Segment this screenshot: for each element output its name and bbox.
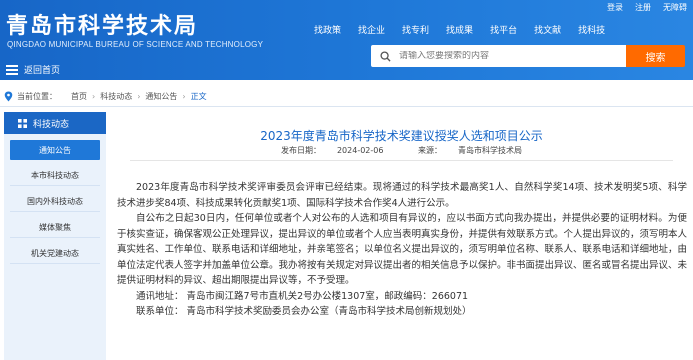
source-label: 来源： bbox=[418, 146, 443, 155]
back-home-label: 返回首页 bbox=[24, 66, 61, 76]
quick-nav: 找政策 找企业 找专利 找成果 找平台 找文献 找科技 bbox=[314, 23, 622, 36]
article-source: 来源： 青岛市科学技术局 bbox=[410, 146, 530, 155]
sidebar-item-media[interactable]: 媒体聚焦 bbox=[10, 218, 100, 238]
address-line: 通讯地址： 青岛市闽江路7号市直机关2号办公楼1307室，邮政编码：266071 bbox=[136, 290, 469, 302]
menu-icon bbox=[6, 65, 18, 75]
accessibility-link[interactable]: 无障碍 bbox=[663, 2, 687, 13]
nav-find-patent[interactable]: 找专利 bbox=[402, 23, 429, 36]
article-meta: 发布日期： 2024-02-06 来源： 青岛市科学技术局 bbox=[130, 145, 673, 156]
grid-icon bbox=[18, 118, 27, 128]
login-link[interactable]: 登录 bbox=[607, 2, 623, 13]
sidebar-item-notices[interactable]: 通知公告 bbox=[10, 140, 100, 160]
breadcrumb-separator: › bbox=[92, 91, 96, 101]
article-paragraph: 自公布之日起30日内，任何单位或者个人对公布的人选和项目有异议的，应以书面方式向… bbox=[117, 213, 688, 286]
nav-find-enterprise[interactable]: 找企业 bbox=[358, 23, 385, 36]
sidebar-item-party-news[interactable]: 机关党建动态 bbox=[10, 244, 100, 264]
breadcrumb-divider bbox=[0, 106, 693, 107]
site-subtitle: QINGDAO MUNICIPAL BUREAU OF SCIENCE AND … bbox=[7, 40, 264, 49]
breadcrumb-label: 当前位置： bbox=[17, 91, 57, 101]
breadcrumb-current: 正文 bbox=[190, 91, 207, 101]
breadcrumb-tech-news[interactable]: 科技动态 bbox=[100, 91, 132, 102]
top-links: 登录 注册 无障碍 bbox=[595, 2, 687, 13]
nav-find-platform[interactable]: 找平台 bbox=[490, 23, 517, 36]
site-header: 青岛市科学技术局 QINGDAO MUNICIPAL BUREAU OF SCI… bbox=[0, 0, 693, 80]
sidebar-header: 科技动态 bbox=[4, 112, 106, 134]
breadcrumb: 当前位置： 首页 › 科技动态 › 通知公告 › 正文 bbox=[0, 88, 693, 104]
search-icon bbox=[380, 50, 391, 62]
contact-line: 联系单位： 青岛市科学技术奖励委员会办公室（青岛市科学技术局创新规划处） bbox=[136, 306, 472, 317]
breadcrumb-separator: › bbox=[182, 91, 186, 101]
article-paragraph: 2023年度青岛市科学技术奖评审委员会评审已经结束。现将通过的科学技术最高奖1人… bbox=[117, 182, 687, 209]
article-title: 2023年度青岛市科学技术奖建议授奖人选和项目公示 bbox=[260, 129, 543, 143]
publish-date: 发布日期： 2024-02-06 bbox=[273, 146, 394, 155]
site-title: 青岛市科学技术局 bbox=[6, 14, 199, 39]
sidebar: 科技动态 通知公告 本市科技动态 国内外科技动态 媒体聚焦 机关党建动态 bbox=[4, 112, 106, 360]
article-body: 2023年度青岛市科学技术奖评审委员会评审已经结束。现将通过的科学技术最高奖1人… bbox=[117, 180, 687, 320]
sidebar-title: 科技动态 bbox=[33, 119, 70, 130]
article-divider bbox=[130, 160, 673, 161]
search-box bbox=[371, 45, 626, 67]
breadcrumb-notices[interactable]: 通知公告 bbox=[145, 91, 177, 102]
breadcrumb-separator: › bbox=[137, 91, 141, 101]
register-link[interactable]: 注册 bbox=[635, 2, 651, 13]
publish-date-label: 发布日期： bbox=[280, 146, 321, 155]
nav-find-achievement[interactable]: 找成果 bbox=[446, 23, 473, 36]
sidebar-item-local-news[interactable]: 本市科技动态 bbox=[10, 166, 100, 186]
publish-date-value: 2024-02-06 bbox=[336, 146, 384, 155]
back-home-link[interactable]: 返回首页 bbox=[6, 63, 60, 76]
nav-find-tech[interactable]: 找科技 bbox=[578, 23, 605, 36]
search-input[interactable] bbox=[399, 51, 619, 61]
nav-find-policy[interactable]: 找政策 bbox=[314, 23, 341, 36]
source-value: 青岛市科学技术局 bbox=[458, 146, 523, 155]
location-pin-icon bbox=[4, 91, 13, 101]
breadcrumb-home[interactable]: 首页 bbox=[71, 91, 87, 102]
search-button[interactable]: 搜索 bbox=[626, 45, 685, 67]
sidebar-item-global-news[interactable]: 国内外科技动态 bbox=[10, 192, 100, 212]
nav-find-literature[interactable]: 找文献 bbox=[534, 23, 561, 36]
